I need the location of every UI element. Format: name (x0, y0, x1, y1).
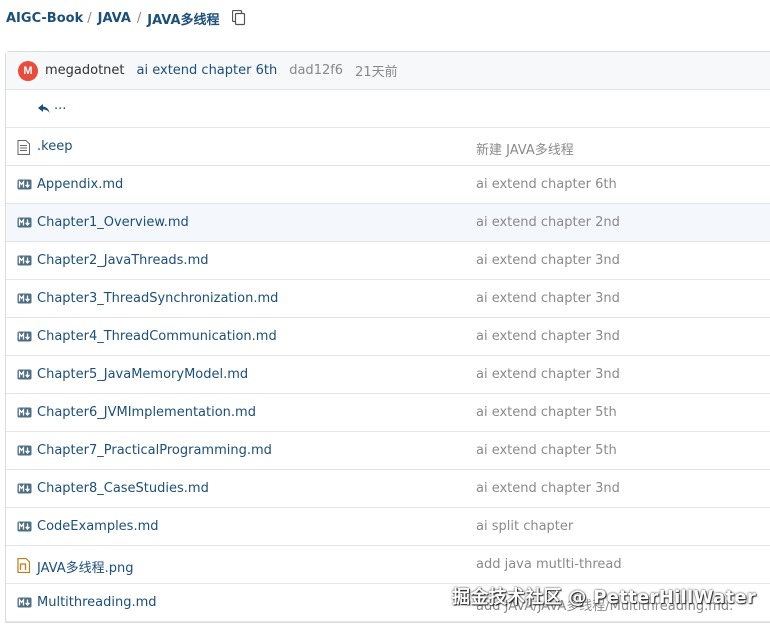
markdown-icon (17, 292, 32, 305)
file-row[interactable]: Chapter6_JVMImplementation.md ai extend c… (6, 394, 770, 432)
file-name-link[interactable]: Chapter1_Overview.md (37, 215, 189, 230)
markdown-icon (17, 444, 32, 457)
file-commit-message[interactable]: ai extend chapter 3nd (476, 481, 620, 496)
file-row[interactable]: Chapter2_JavaThreads.md ai extend chapter… (6, 242, 770, 280)
markdown-icon (17, 520, 32, 533)
file-list-panel: M megadotnet ai extend chapter 6th dad12… (5, 51, 770, 623)
breadcrumb-separator: / (87, 10, 92, 26)
file-commit-message[interactable]: ai extend chapter 3nd (476, 367, 620, 382)
file-name-link[interactable]: Chapter6_JVMImplementation.md (37, 405, 256, 420)
markdown-icon (17, 406, 32, 419)
file-commit-message[interactable]: 新建 JAVA多线程 (476, 139, 574, 158)
markdown-icon (17, 368, 32, 381)
image-file-icon (17, 557, 32, 574)
file-name-link[interactable]: JAVA多线程.png (37, 557, 134, 576)
file-row[interactable]: Chapter7_PracticalProgramming.md ai exten… (6, 432, 770, 470)
back-arrow-icon (38, 103, 50, 113)
file-row[interactable]: Chapter8_CaseStudies.md ai extend chapter… (6, 470, 770, 508)
file-row[interactable]: Chapter1_Overview.md ai extend chapter 2n… (6, 204, 770, 242)
file-commit-message[interactable]: ai extend chapter 3nd (476, 329, 620, 344)
file-name-link[interactable]: Chapter8_CaseStudies.md (37, 481, 209, 496)
breadcrumb-folder-java[interactable]: JAVA (98, 11, 131, 26)
commit-time: 21天前 (355, 65, 398, 80)
copy-icon[interactable] (231, 9, 246, 26)
file-commit-message[interactable]: ai extend chapter 5th (476, 443, 617, 458)
parent-directory-label: ... (54, 98, 67, 113)
file-name-link[interactable]: Chapter4_ThreadCommunication.md (37, 329, 277, 344)
breadcrumb-separator: / (136, 10, 142, 26)
file-row[interactable]: Chapter3_ThreadSynchronization.md ai exte… (6, 280, 770, 318)
file-name-link[interactable]: Chapter3_ThreadSynchronization.md (37, 291, 278, 306)
file-row[interactable]: .keep 新建 JAVA多线程 (6, 128, 770, 166)
file-name-link[interactable]: Multithreading.md (37, 595, 157, 610)
file-commit-message[interactable]: ai extend chapter 6th (476, 177, 617, 192)
file-name-link[interactable]: .keep (37, 139, 72, 154)
file-name-link[interactable]: Chapter7_PracticalProgramming.md (37, 443, 272, 458)
markdown-icon (17, 330, 32, 343)
file-commit-message[interactable]: ai split chapter (476, 519, 573, 534)
text-file-icon (17, 140, 32, 155)
markdown-icon (17, 216, 32, 229)
file-row[interactable]: Chapter5_JavaMemoryModel.md ai extend cha… (6, 356, 770, 394)
file-commit-message[interactable]: ai extend chapter 3nd (476, 253, 620, 268)
avatar[interactable]: M (18, 60, 38, 81)
file-row[interactable]: CodeExamples.md ai split chapter (6, 508, 770, 546)
markdown-icon (17, 254, 32, 267)
breadcrumb-current: JAVA多线程 (147, 12, 220, 28)
file-commit-message[interactable]: ai extend chapter 5th (476, 405, 617, 420)
file-row[interactable]: Chapter4_ThreadCommunication.md ai extend… (6, 318, 770, 356)
watermark: 掘金技术社区 @ PetterHillWater (452, 587, 757, 608)
markdown-icon (17, 482, 32, 495)
file-name-link[interactable]: Appendix.md (37, 177, 123, 192)
file-commit-message[interactable]: add java mutlti-thread (476, 557, 622, 572)
file-row[interactable]: JAVA多线程.png add java mutlti-thread (6, 546, 770, 584)
file-commit-message[interactable]: ai extend chapter 2nd (476, 215, 620, 230)
breadcrumb-repo[interactable]: AIGC-Book (6, 11, 83, 26)
parent-directory-link[interactable]: ... (38, 98, 67, 116)
file-row[interactable]: Appendix.md ai extend chapter 6th (6, 166, 770, 204)
file-name-link[interactable]: Chapter2_JavaThreads.md (37, 253, 208, 268)
commit-message[interactable]: ai extend chapter 6th (137, 63, 278, 78)
file-name-link[interactable]: CodeExamples.md (37, 519, 159, 534)
file-commit-message[interactable]: ai extend chapter 3nd (476, 291, 620, 306)
markdown-icon (17, 178, 32, 191)
commit-author[interactable]: megadotnet (45, 63, 125, 78)
commit-sha[interactable]: dad12f6 (289, 63, 343, 78)
latest-commit-bar: M megadotnet ai extend chapter 6th dad12… (6, 52, 770, 90)
file-name-link[interactable]: Chapter5_JavaMemoryModel.md (37, 367, 248, 382)
markdown-icon (17, 596, 32, 609)
breadcrumb: AIGC-Book / JAVA / JAVA多线程 (6, 8, 246, 28)
parent-directory-row[interactable]: ... (6, 90, 770, 128)
